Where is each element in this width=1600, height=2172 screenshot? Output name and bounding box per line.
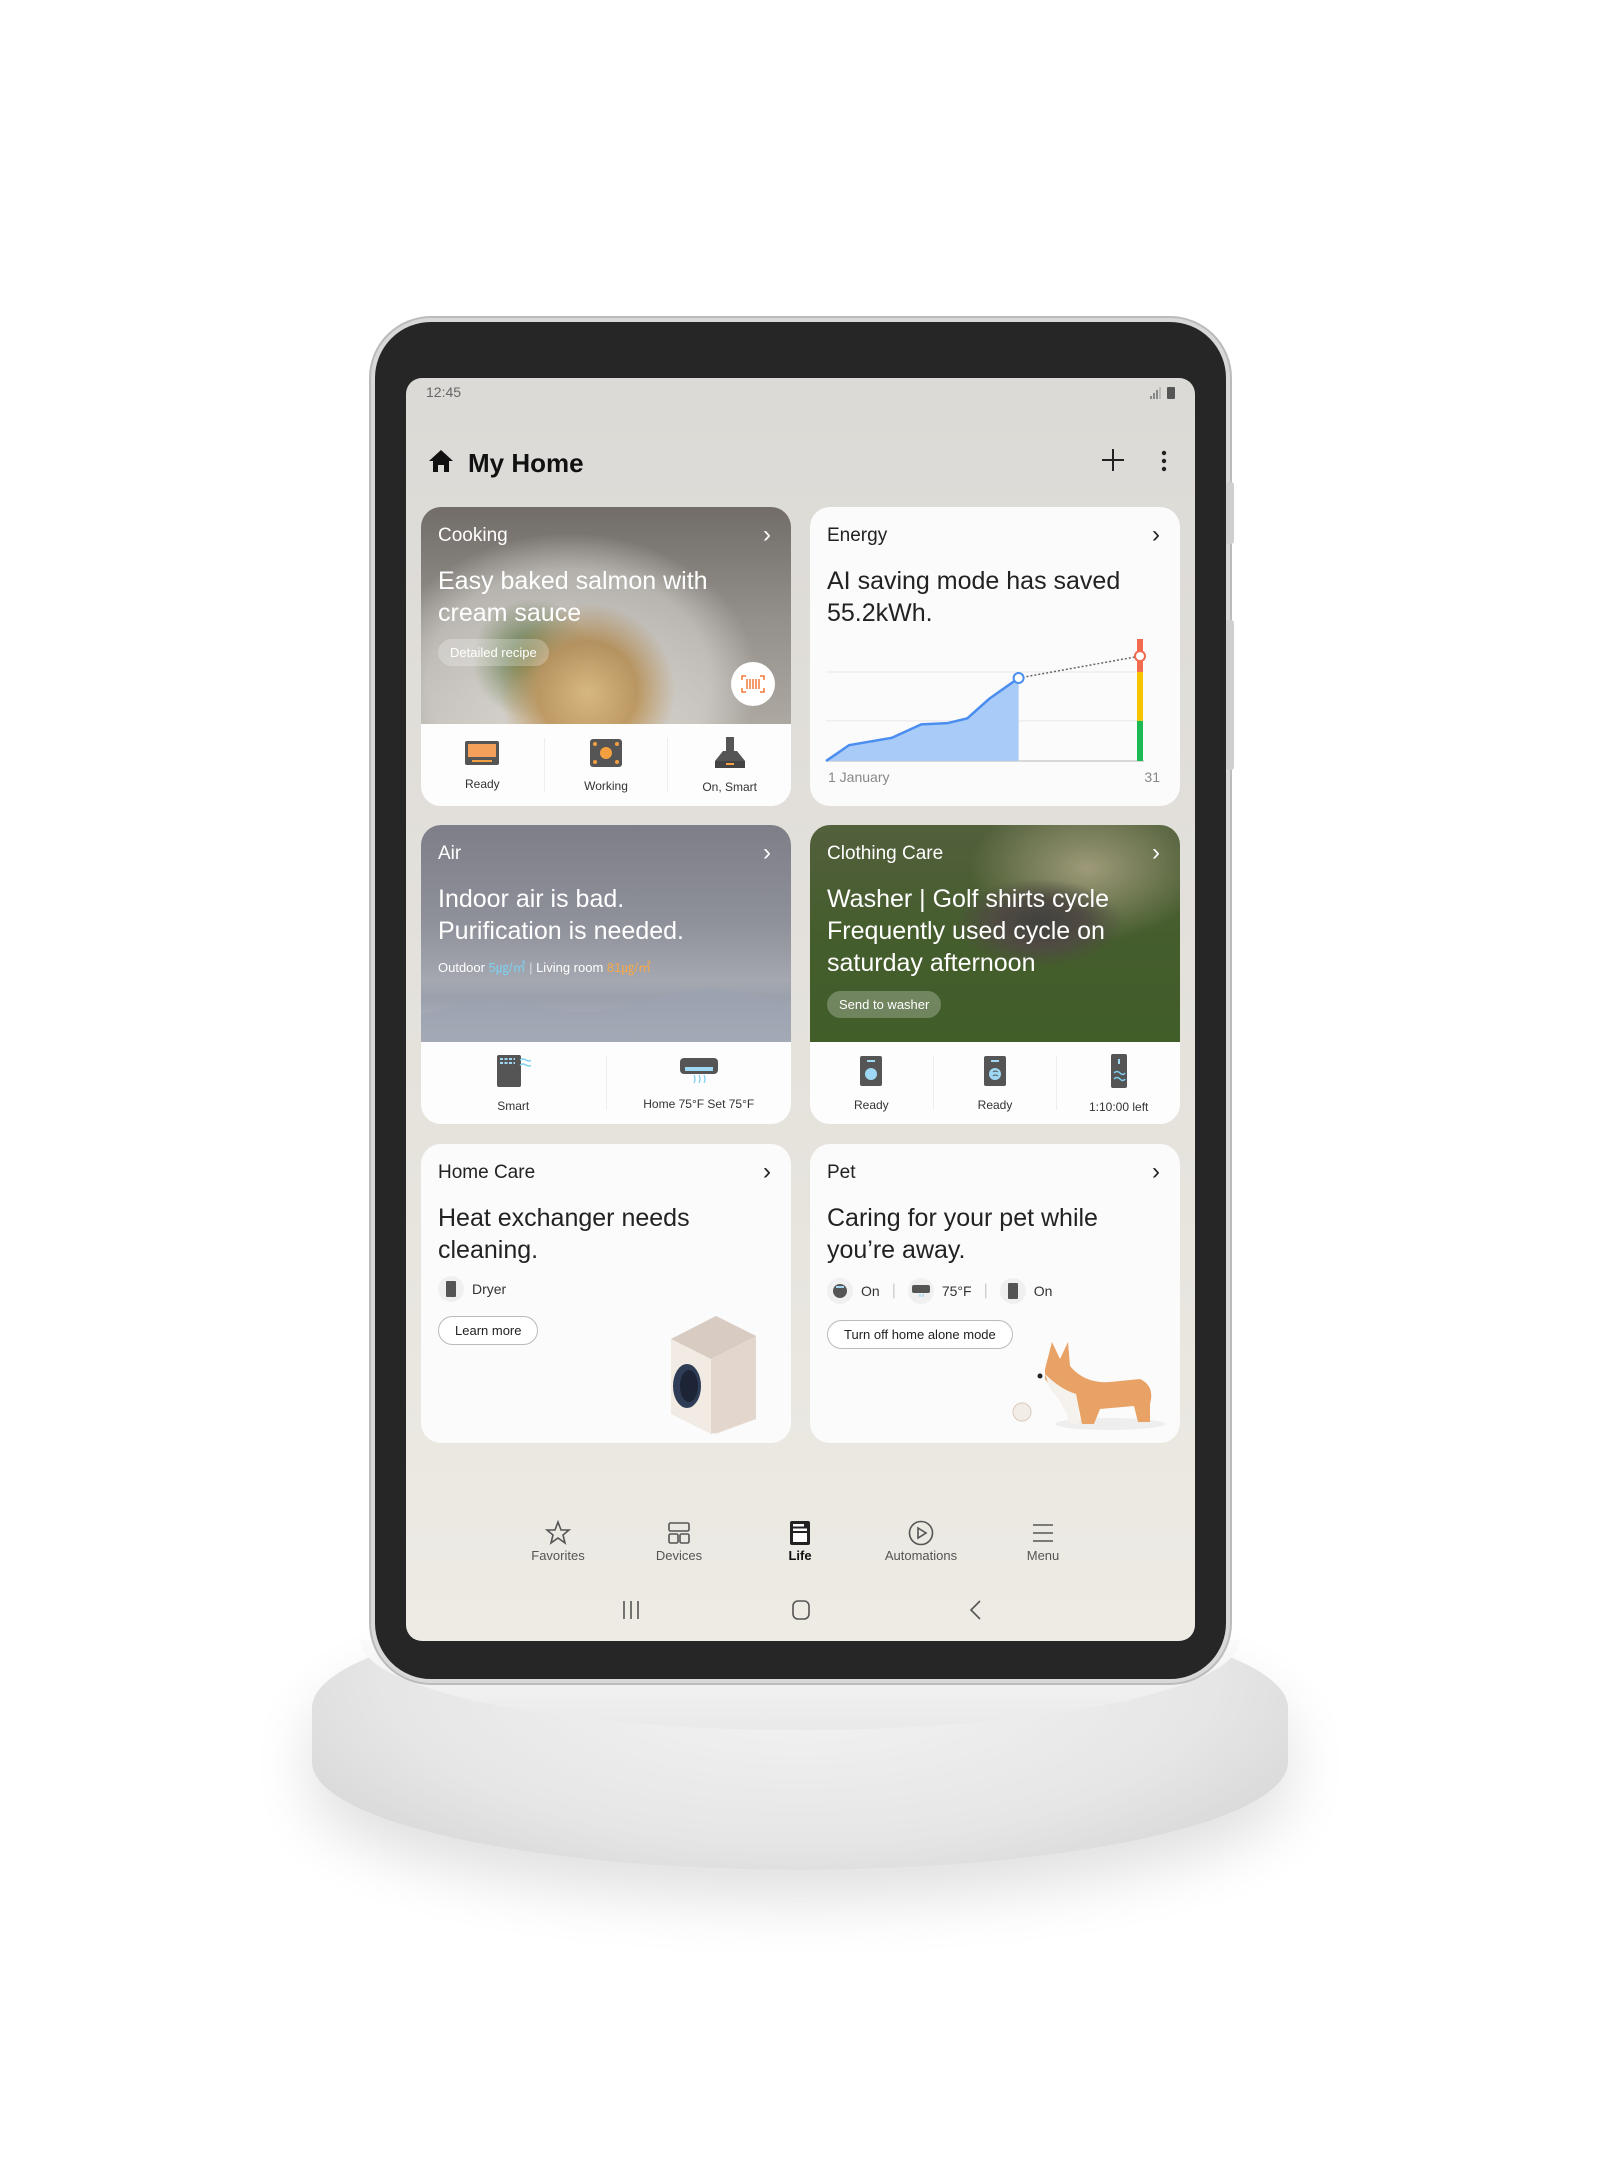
card-category: Cooking: [438, 525, 508, 546]
battery-icon: [1167, 386, 1175, 404]
play-circle-icon: [871, 1518, 971, 1548]
barcode-icon[interactable]: [731, 662, 775, 706]
turn-off-home-alone-button[interactable]: Turn off home alone mode: [827, 1320, 1013, 1349]
card-category: Air: [438, 843, 462, 864]
corgi-illustration: [1012, 1342, 1165, 1430]
salmon-photo: Cooking › Easy baked salmon with cream sa…: [421, 507, 791, 724]
card-title: Washer | Golf shirts cycle Frequently use…: [827, 885, 1110, 977]
back-icon[interactable]: [968, 1600, 982, 1626]
misty-mountains-photo: Air › Indoor air is bad. Purification is …: [421, 825, 791, 1042]
nav-automations[interactable]: Automations: [871, 1518, 971, 1563]
recents-icon[interactable]: [621, 1600, 641, 1626]
life-icon: [750, 1518, 850, 1548]
card-title: Indoor air is bad. Purification is needed…: [438, 885, 684, 945]
energy-area: [826, 678, 1019, 761]
level-band: [1137, 671, 1143, 721]
air-purifier-icon: [495, 1054, 533, 1091]
air-card[interactable]: Air › Indoor air is bad. Purification is …: [421, 825, 791, 1124]
clothing-care-card[interactable]: Clothing Care › Washer | Golf shirts cyc…: [810, 825, 1180, 1124]
nav-life[interactable]: Life: [750, 1518, 850, 1563]
air-purifier-status: On: [999, 1278, 1052, 1304]
cooktop-icon: [589, 738, 623, 771]
page-title: My Home: [468, 448, 584, 478]
styler-icon: [1110, 1053, 1128, 1092]
ac-status: 75°F: [907, 1278, 972, 1304]
chevron-right-icon[interactable]: ›: [763, 839, 771, 867]
chevron-right-icon[interactable]: ›: [1152, 839, 1160, 867]
card-category: Pet: [827, 1162, 856, 1183]
projected-point: [1134, 650, 1146, 663]
screen: 12:45 My Home Cooking › Easy baked salmo…: [406, 378, 1195, 1641]
card-category: Clothing Care: [827, 843, 944, 864]
star-icon: [508, 1518, 608, 1548]
plus-icon[interactable]: [1101, 446, 1125, 480]
pet-card[interactable]: Pet › Caring for your pet while you’re aw…: [810, 1144, 1180, 1443]
device-range-hood[interactable]: On, Smart: [668, 736, 791, 794]
power-button: [1226, 620, 1234, 770]
level-band: [1137, 720, 1143, 761]
oven-icon: [464, 740, 500, 769]
projection-line: [1018, 655, 1141, 679]
card-category: Energy: [827, 525, 888, 546]
nav-devices[interactable]: Devices: [629, 1518, 729, 1563]
card-title: Caring for your pet while you’re away.: [827, 1204, 1098, 1264]
golfer-photo: Clothing Care › Washer | Golf shirts cyc…: [810, 825, 1180, 1042]
more-vert-icon[interactable]: [1161, 446, 1167, 480]
nav-favorites[interactable]: Favorites: [508, 1518, 608, 1563]
device-oven[interactable]: Ready: [421, 738, 545, 792]
volume-button: [1226, 482, 1234, 544]
current-point: [1012, 672, 1025, 685]
status-time: 12:45: [426, 384, 462, 400]
dryer-icon: [438, 1276, 464, 1302]
detailed-recipe-button[interactable]: Detailed recipe: [438, 639, 549, 666]
signal-icon: [1150, 386, 1162, 404]
cooking-card[interactable]: Cooking › Easy baked salmon with cream sa…: [421, 507, 791, 806]
device-air-conditioner[interactable]: Home 75°F Set 75°F: [607, 1056, 792, 1111]
device-styler[interactable]: 1:10:00 left: [1057, 1053, 1180, 1114]
menu-icon: [993, 1518, 1093, 1548]
range-hood-icon: [713, 736, 747, 772]
chevron-right-icon[interactable]: ›: [763, 1158, 771, 1186]
home-icon: [428, 449, 454, 478]
card-title: Easy baked salmon with cream sauce: [438, 567, 708, 627]
card-title: AI saving mode has saved 55.2kWh.: [827, 567, 1121, 627]
robot-vacuum-icon: [827, 1278, 853, 1304]
x-axis-start: 1 January: [828, 769, 890, 785]
card-category: Home Care: [438, 1162, 536, 1183]
chevron-right-icon[interactable]: ›: [763, 521, 771, 549]
air-purifier-icon: [999, 1278, 1026, 1304]
air-conditioner-icon: [679, 1056, 719, 1089]
energy-chart: [825, 639, 1146, 763]
dryer-icon: [983, 1055, 1007, 1090]
send-to-washer-button[interactable]: Send to washer: [827, 991, 942, 1018]
device-air-purifier[interactable]: Smart: [421, 1054, 607, 1113]
home-care-card[interactable]: Home Care › Heat exchanger needs cleaning…: [421, 1144, 791, 1443]
washer-icon: [859, 1055, 883, 1090]
air-conditioner-icon: [907, 1278, 934, 1304]
air-quality-readout: Outdoor 5㎍/㎥ | Living room 81㎍/㎥: [438, 960, 651, 975]
energy-card[interactable]: Energy › AI saving mode has saved 55.2kWh…: [810, 507, 1180, 806]
device-cooktop[interactable]: Working: [545, 738, 669, 793]
chevron-right-icon[interactable]: ›: [1152, 1158, 1160, 1186]
pet-status-row: On | 75°F | On: [827, 1278, 1052, 1304]
robot-vacuum-status: On: [827, 1278, 880, 1304]
devices-icon: [629, 1518, 729, 1548]
dryer-chip: Dryer: [438, 1276, 506, 1302]
home-button-icon[interactable]: [791, 1600, 811, 1626]
chevron-right-icon[interactable]: ›: [1152, 521, 1160, 549]
learn-more-button[interactable]: Learn more: [438, 1316, 539, 1345]
device-dryer[interactable]: Ready: [934, 1055, 1058, 1112]
x-axis-end: 31: [1144, 769, 1160, 785]
card-title: Heat exchanger needs cleaning.: [438, 1204, 690, 1264]
dryer-illustration: [671, 1316, 756, 1434]
nav-menu[interactable]: Menu: [993, 1518, 1093, 1563]
device-washer[interactable]: Ready: [810, 1055, 934, 1112]
